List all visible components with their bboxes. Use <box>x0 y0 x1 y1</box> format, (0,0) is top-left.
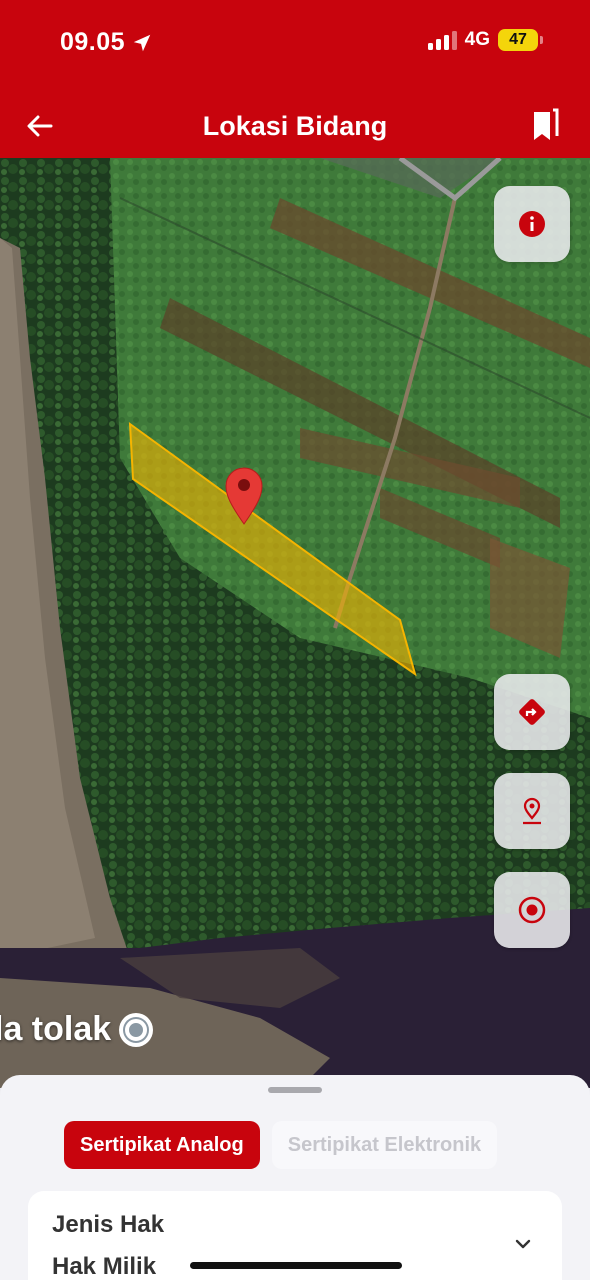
battery-level: 47 <box>509 31 527 48</box>
battery-icon: 47 <box>498 29 543 51</box>
bottom-sheet[interactable]: Sertipikat Analog Sertipikat Elektronik … <box>0 1075 590 1280</box>
nav-bar: Lokasi Bidang <box>0 96 590 156</box>
network-type: 4G <box>464 29 490 50</box>
directions-icon <box>519 699 545 725</box>
info-icon <box>519 211 545 237</box>
sheet-grabber[interactable] <box>268 1087 322 1093</box>
target-icon <box>518 896 546 924</box>
certificate-tabs: Sertipikat Analog Sertipikat Elektronik <box>64 1121 498 1169</box>
place-pin-icon <box>119 1012 154 1047</box>
status-time: 09.05 <box>60 28 153 57</box>
field-value: Hak Milik <box>52 1253 157 1280</box>
tab-sertipikat-analog[interactable]: Sertipikat Analog <box>64 1121 260 1169</box>
info-button[interactable] <box>494 186 570 262</box>
map-place-label: la tolak <box>0 1010 154 1049</box>
pin-icon <box>523 797 541 825</box>
map-view[interactable]: la tolak <box>0 158 590 1088</box>
signal-icon <box>427 30 457 50</box>
page-title: Lokasi Bidang <box>202 111 388 141</box>
app-header: 09.05 4G 47 Lokasi Bidang <box>0 0 590 158</box>
home-indicator <box>190 1262 402 1269</box>
chevron-down-icon[interactable] <box>512 1233 534 1255</box>
field-label: Jenis Hak <box>52 1211 165 1238</box>
drop-pin-button[interactable] <box>494 773 570 849</box>
my-location-button[interactable] <box>494 872 570 948</box>
directions-button[interactable] <box>494 674 570 750</box>
bookmarks-icon[interactable] <box>530 108 560 142</box>
location-arrow-icon <box>133 34 151 51</box>
status-indicators: 4G 47 <box>427 29 543 51</box>
satellite-map[interactable] <box>0 158 590 1088</box>
status-bar: 09.05 4G 47 <box>0 0 590 80</box>
tab-sertipikat-elektronik[interactable]: Sertipikat Elektronik <box>271 1121 498 1169</box>
